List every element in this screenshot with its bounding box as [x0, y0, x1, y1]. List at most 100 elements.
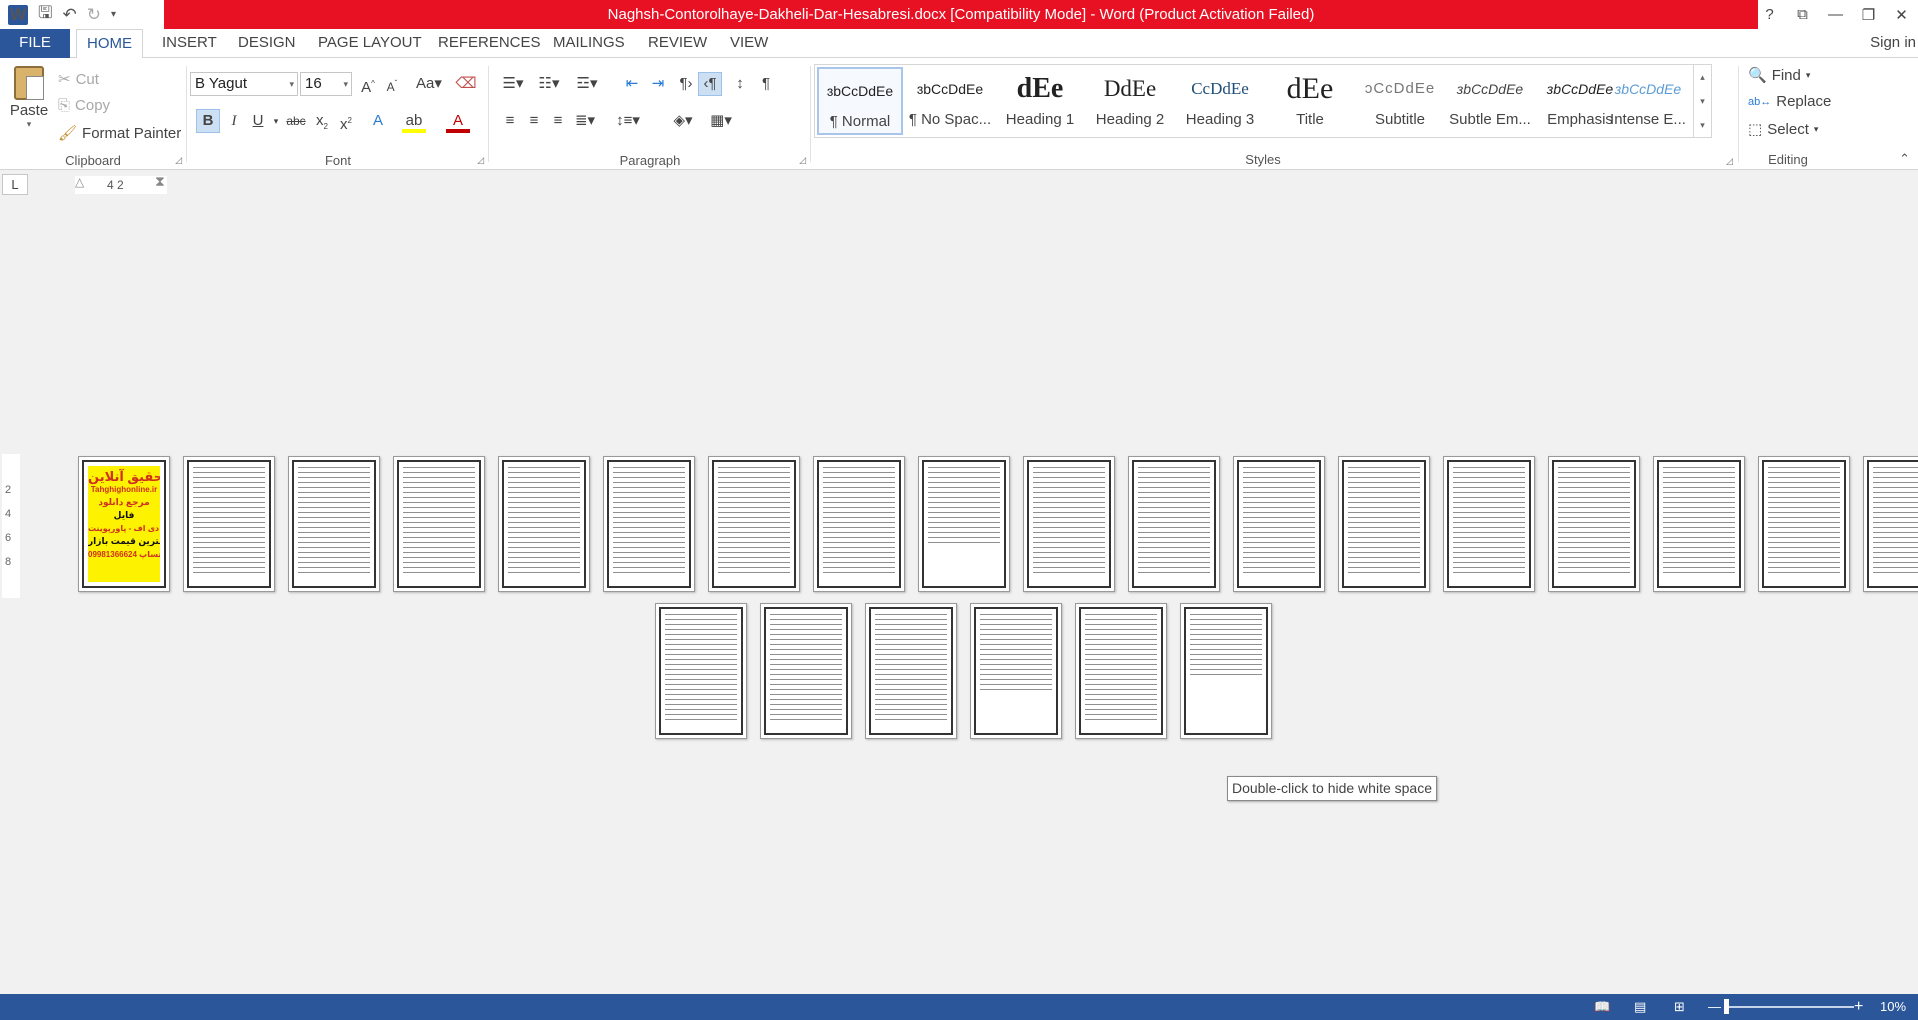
- format-painter-button[interactable]: 🖌 Format Painter: [58, 124, 181, 143]
- copy-button[interactable]: ⎘ Copy: [58, 97, 110, 114]
- page-thumbnail[interactable]: [1653, 456, 1745, 592]
- rtl-direction-icon[interactable]: ‹¶: [698, 72, 722, 96]
- text-effects-icon[interactable]: A: [366, 109, 390, 133]
- tab-home[interactable]: HOME: [76, 29, 143, 59]
- align-left-icon[interactable]: ≡: [498, 109, 522, 133]
- chevron-down-icon[interactable]: ▾: [289, 73, 294, 95]
- customize-qat-icon[interactable]: ▾: [111, 9, 116, 20]
- web-layout-icon[interactable]: ⊞: [1674, 994, 1685, 1020]
- subscript-icon[interactable]: x2: [310, 109, 334, 133]
- page-thumbnail[interactable]: [1338, 456, 1430, 592]
- style-no-spacing[interactable]: ɜbCcDdEe ¶ No Spac...: [907, 67, 993, 135]
- tab-review[interactable]: REVIEW: [638, 29, 717, 58]
- page-thumbnail[interactable]: [1863, 456, 1918, 592]
- replace-button[interactable]: ab↔ Replace: [1748, 93, 1831, 110]
- style-heading-3[interactable]: CcDdEe Heading 3: [1177, 67, 1263, 135]
- zoom-in-icon[interactable]: +: [1854, 994, 1863, 1020]
- superscript-icon[interactable]: x2: [334, 109, 358, 133]
- align-center-icon[interactable]: ≡: [522, 109, 546, 133]
- style-normal[interactable]: ɜbCcDdEe ¶ Normal: [817, 67, 903, 135]
- shading-icon[interactable]: ◈▾: [668, 109, 698, 133]
- style-intense-emphasis[interactable]: ɜbCcDdEe Intense E...: [1605, 67, 1691, 135]
- page-thumbnail[interactable]: [1023, 456, 1115, 592]
- style-subtitle[interactable]: ɔCcDdEe Subtitle: [1357, 67, 1443, 135]
- tab-insert[interactable]: INSERT: [152, 29, 227, 58]
- style-heading-2[interactable]: DdEe Heading 2: [1087, 67, 1173, 135]
- justify-icon[interactable]: ≣▾: [570, 109, 600, 133]
- zoom-out-icon[interactable]: —: [1708, 994, 1721, 1020]
- page-thumbnail[interactable]: [1075, 603, 1167, 739]
- page-thumbnail[interactable]: [498, 456, 590, 592]
- find-button[interactable]: 🔍 Find ▾: [1748, 66, 1811, 85]
- chevron-down-icon[interactable]: ▾: [343, 73, 348, 95]
- right-indent-icon[interactable]: ⧗: [155, 173, 165, 190]
- shrink-font-icon[interactable]: Aˇ: [380, 72, 404, 96]
- tab-view[interactable]: VIEW: [720, 29, 778, 58]
- style-title[interactable]: dEe Title: [1267, 67, 1353, 135]
- chevron-down-icon[interactable]: ▾: [1806, 70, 1811, 81]
- grow-font-icon[interactable]: A^: [356, 72, 380, 96]
- ruler-scale[interactable]: △ 4 2 ⧗: [75, 173, 167, 194]
- borders-icon[interactable]: ▦▾: [706, 109, 736, 133]
- highlight-icon[interactable]: ab: [402, 109, 426, 133]
- line-spacing-icon[interactable]: ↕≡▾: [612, 109, 644, 133]
- read-mode-icon[interactable]: 📖: [1594, 994, 1610, 1020]
- font-color-icon[interactable]: A: [446, 109, 470, 133]
- ribbon-display-options-icon[interactable]: ⧉: [1786, 6, 1819, 23]
- page-thumbnail[interactable]: [970, 603, 1062, 739]
- tab-page-layout[interactable]: PAGE LAYOUT: [308, 29, 432, 58]
- italic-icon[interactable]: I: [222, 109, 246, 133]
- page-thumbnail[interactable]: [603, 456, 695, 592]
- select-button[interactable]: ⬚ Select ▾: [1748, 120, 1819, 139]
- align-right-icon[interactable]: ≡: [546, 109, 570, 133]
- minimize-icon[interactable]: —: [1819, 6, 1852, 23]
- show-formatting-icon[interactable]: ¶: [754, 72, 778, 96]
- page-thumbnail[interactable]: [393, 456, 485, 592]
- sign-in-link[interactable]: Sign in: [1870, 29, 1918, 57]
- more-styles-icon[interactable]: ▾: [1694, 113, 1711, 137]
- strikethrough-icon[interactable]: abc: [284, 109, 308, 133]
- clear-formatting-icon[interactable]: ⌫: [454, 72, 478, 96]
- chevron-down-icon[interactable]: ▾: [1814, 124, 1819, 135]
- decrease-indent-icon[interactable]: ⇤: [620, 72, 644, 96]
- page-thumbnail[interactable]: [655, 603, 747, 739]
- help-icon[interactable]: ?: [1753, 6, 1786, 23]
- tab-selector[interactable]: L: [2, 174, 28, 195]
- page-thumbnail[interactable]: [1233, 456, 1325, 592]
- chevron-up-icon[interactable]: ▴: [1694, 65, 1711, 89]
- paste-dropdown-icon[interactable]: ▾: [6, 119, 52, 130]
- style-subtle-emphasis[interactable]: ɜbCcDdEe Subtle Em...: [1447, 67, 1533, 135]
- numbering-icon[interactable]: ☷▾: [534, 72, 564, 96]
- save-icon[interactable]: 🖫: [38, 0, 52, 29]
- page-thumbnail[interactable]: [918, 456, 1010, 592]
- zoom-slider[interactable]: [1726, 1006, 1854, 1008]
- word-app-icon[interactable]: W: [8, 4, 28, 25]
- clipboard-dialog-launcher-icon[interactable]: ◿: [175, 155, 182, 166]
- multilevel-list-icon[interactable]: ☲▾: [572, 72, 602, 96]
- tab-mailings[interactable]: MAILINGS: [543, 29, 635, 58]
- paste-button[interactable]: Paste ▾: [6, 66, 52, 130]
- close-icon[interactable]: ✕: [1885, 6, 1918, 24]
- page-thumbnail[interactable]: [708, 456, 800, 592]
- ltr-direction-icon[interactable]: ¶›: [674, 72, 698, 96]
- first-line-indent-icon[interactable]: △: [75, 175, 84, 189]
- page-thumbnail[interactable]: [1180, 603, 1272, 739]
- redo-icon[interactable]: ↻: [87, 5, 101, 25]
- tab-references[interactable]: REFERENCES: [428, 29, 551, 58]
- page-thumbnail[interactable]: [1443, 456, 1535, 592]
- sort-icon[interactable]: ↕: [728, 72, 752, 96]
- page-thumbnail[interactable]: [1548, 456, 1640, 592]
- font-dialog-launcher-icon[interactable]: ◿: [477, 155, 484, 166]
- restore-icon[interactable]: ❐: [1852, 6, 1885, 24]
- paragraph-dialog-launcher-icon[interactable]: ◿: [799, 155, 806, 166]
- tab-design[interactable]: DESIGN: [228, 29, 306, 58]
- style-heading-1[interactable]: dEe Heading 1: [997, 67, 1083, 135]
- page-thumbnail[interactable]: [760, 603, 852, 739]
- increase-indent-icon[interactable]: ⇥: [646, 72, 670, 96]
- page-thumbnail[interactable]: [813, 456, 905, 592]
- font-name-box[interactable]: B Yagut ▾: [190, 72, 298, 96]
- change-case-icon[interactable]: Aa▾: [412, 72, 446, 96]
- page-thumbnail[interactable]: [1758, 456, 1850, 592]
- styles-scroll[interactable]: ▴ ▾ ▾: [1693, 65, 1711, 137]
- bold-icon[interactable]: B: [196, 109, 220, 133]
